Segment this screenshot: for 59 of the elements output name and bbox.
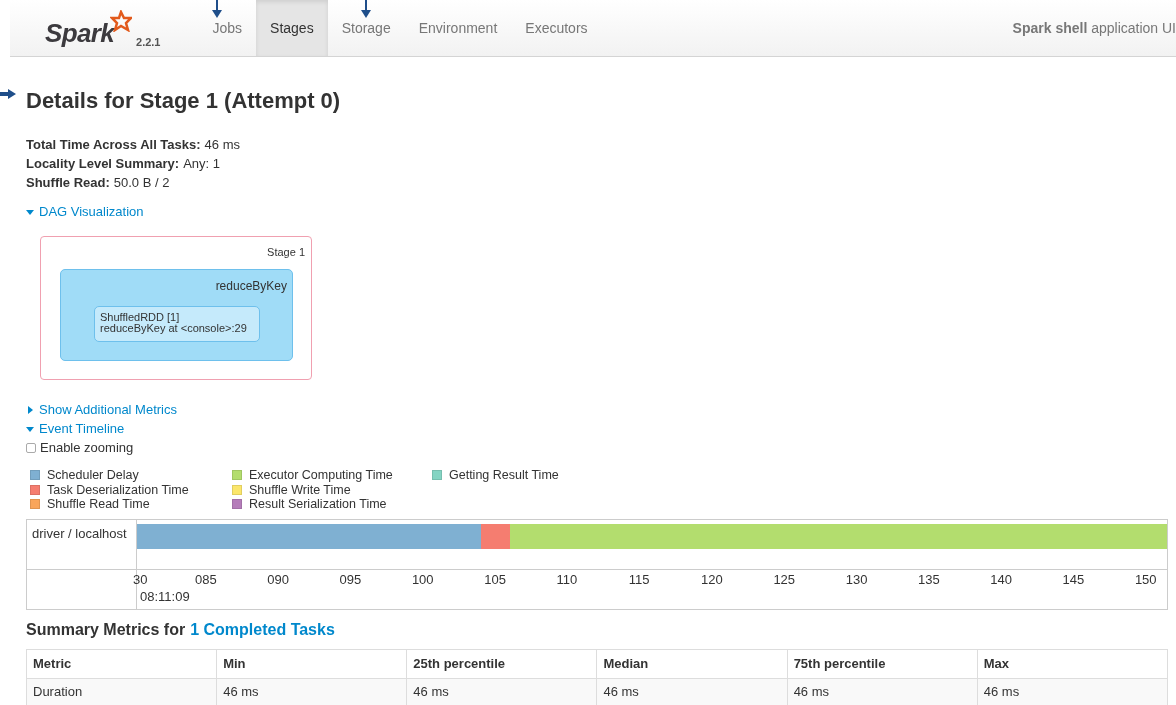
arrow-icon — [212, 0, 222, 18]
nav-tab[interactable]: Storage — [327, 0, 405, 56]
axis-tick-label: 100 — [411, 571, 434, 588]
axis-tick-label: 30 — [133, 571, 148, 588]
summary-label: Total Time Across All Tasks: — [26, 136, 201, 154]
nav-tab[interactable]: Environment — [404, 0, 512, 56]
axis-tick-label: 145 — [1062, 571, 1085, 588]
column-header: 25th percentile — [406, 649, 597, 678]
nav-tab[interactable]: Executors — [511, 0, 602, 56]
legend-label: Executor Computing Time — [249, 468, 393, 483]
rdd-label: ShuffledRDD [1] — [100, 312, 181, 323]
axis-date-label: 08:11:09 — [140, 588, 190, 605]
column-header: 75th percentile — [787, 649, 978, 678]
legend-label: Shuffle Write Time — [249, 482, 351, 497]
nav-tab[interactable]: Stages — [256, 0, 328, 56]
column-header: Max — [977, 649, 1168, 678]
operation-label: reduceByKey — [215, 278, 287, 295]
section-toggle[interactable]: Event Timeline — [26, 419, 125, 438]
legend-label: Scheduler Delay — [47, 468, 139, 483]
stage-label: Stage 1 — [267, 245, 305, 260]
page-title: Details for Stage 1 (Attempt 0) — [26, 87, 342, 115]
summary-label: Locality Level Summary: — [26, 155, 180, 173]
section-toggle[interactable]: Show Additional Metrics — [26, 400, 177, 419]
axis-tick-label: 125 — [773, 571, 796, 588]
axis-tick-label: 150 — [1134, 571, 1157, 588]
axis-tick-label: 095 — [339, 571, 362, 588]
section-heading: Summary Metrics for — [26, 619, 186, 640]
axis-tick-label: 110 — [556, 571, 578, 588]
legend-label: Getting Result Time — [449, 468, 559, 483]
rdd-label: reduceByKey at <console>:29 — [100, 323, 248, 334]
zoom-label: Enable zooming — [40, 439, 134, 457]
legend-label: Task Deserialization Time — [47, 482, 189, 497]
column-header: Min — [216, 649, 407, 678]
arrow-icon — [0, 89, 16, 99]
logo-text: Spark — [45, 19, 114, 47]
axis-tick-label: 115 — [628, 571, 650, 588]
summary-value: Any: 1 — [183, 155, 221, 173]
nav-tab[interactable]: Jobs — [198, 0, 257, 56]
summary-value: 50.0 B / 2 — [113, 174, 170, 192]
legend-label: Result Serialization Time — [249, 497, 387, 512]
summary-value: 46 ms — [204, 136, 240, 154]
app-name: Spark shell application UI — [1012, 18, 1176, 38]
summary-label: Shuffle Read: — [26, 174, 110, 192]
column-header: Median — [596, 649, 788, 678]
axis-tick-label: 085 — [195, 571, 217, 588]
zoom-checkbox[interactable] — [26, 442, 36, 453]
tasks-link[interactable]: 1 Completed Tasks — [190, 618, 335, 641]
table-cell: Duration — [26, 678, 217, 705]
version-label: 2.2.1 — [136, 34, 161, 50]
section-toggle[interactable]: DAG Visualization — [26, 202, 144, 221]
arrow-icon — [361, 0, 371, 18]
axis-tick-label: 120 — [701, 571, 723, 588]
legend-label: Shuffle Read Time — [47, 497, 150, 512]
axis-tick-label: 105 — [484, 571, 506, 588]
axis-tick-label: 135 — [918, 571, 940, 588]
axis-tick-label: 130 — [845, 571, 868, 588]
column-header: Metric — [26, 649, 217, 678]
axis-tick-label: 090 — [267, 571, 289, 588]
axis-tick-label: 140 — [990, 571, 1012, 588]
